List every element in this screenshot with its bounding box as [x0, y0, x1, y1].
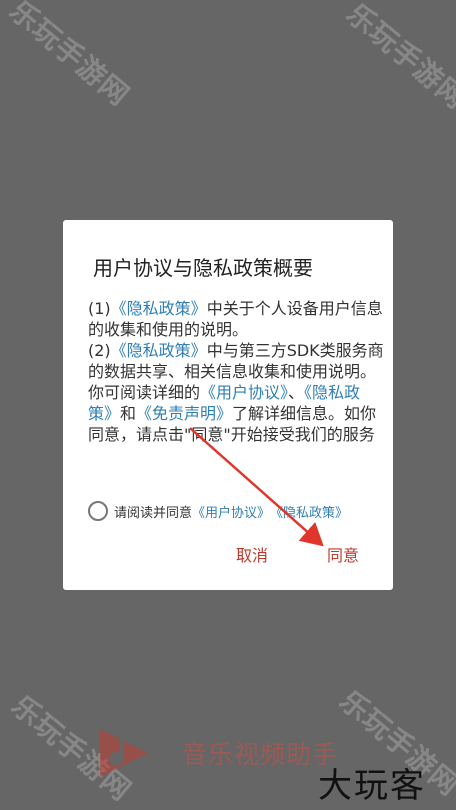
corner-logo: 大玩客	[318, 766, 426, 806]
annotation-arrow-icon	[189, 427, 324, 547]
app-name: 音乐视频助手	[182, 740, 339, 769]
app-brand: 音乐视频助手	[96, 723, 338, 783]
music-video-logo-icon	[100, 729, 148, 777]
